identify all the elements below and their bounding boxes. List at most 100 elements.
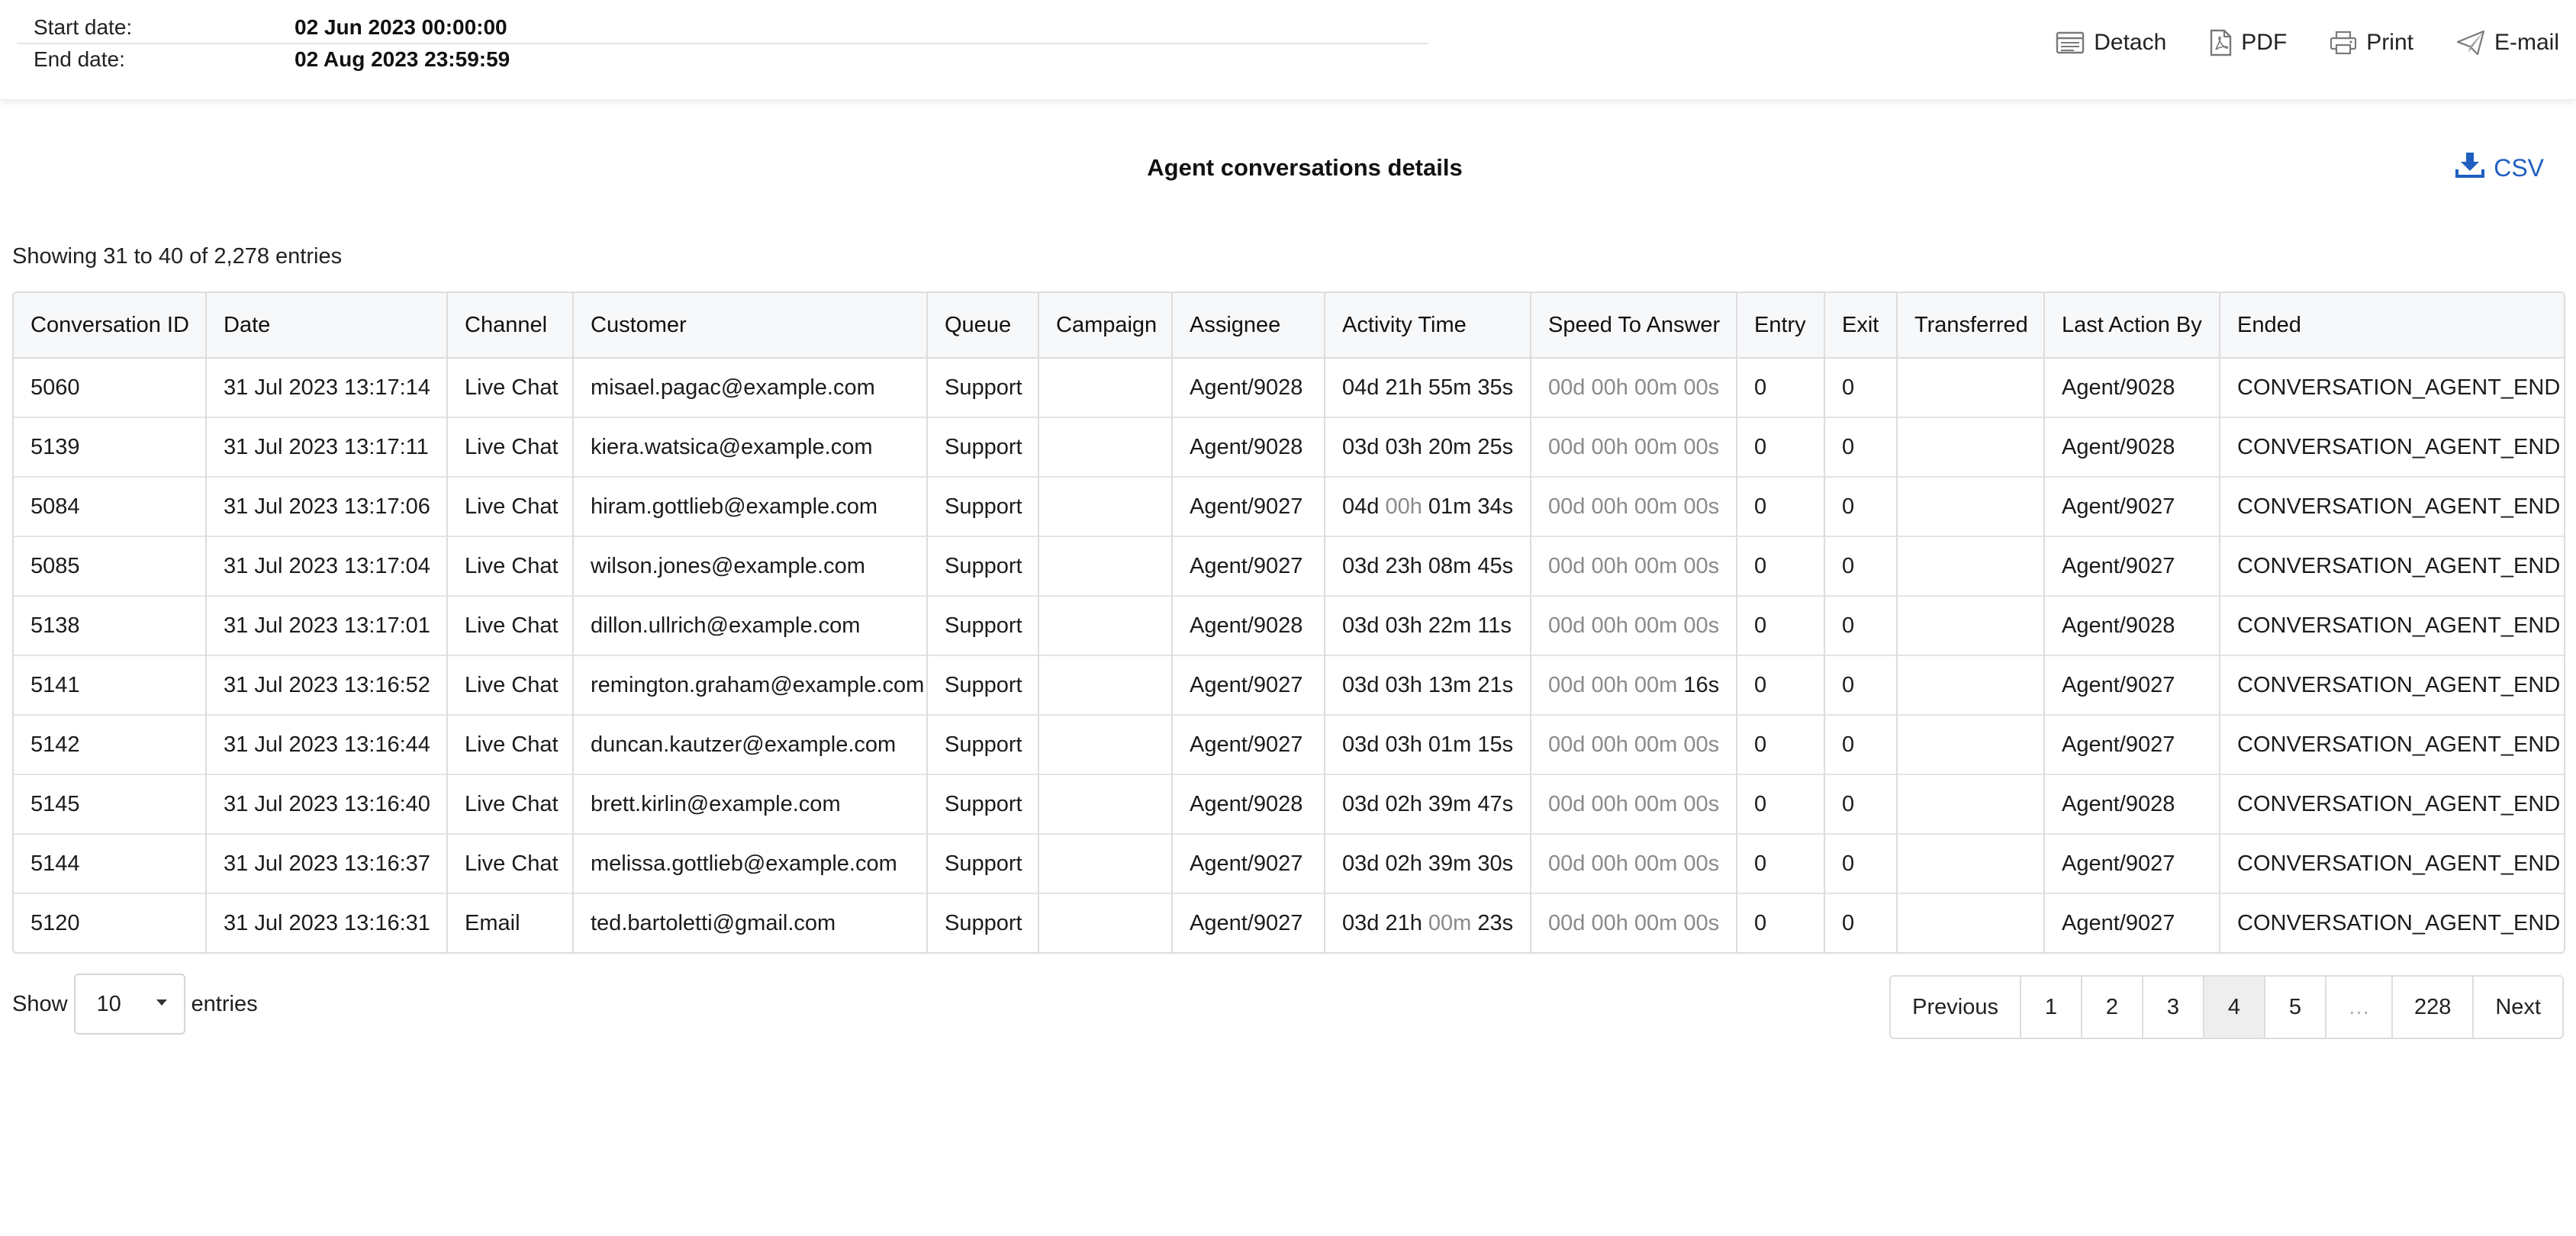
cell-transferred bbox=[1896, 536, 2044, 596]
page-2-button[interactable]: 2 bbox=[2080, 977, 2142, 1038]
speed-part: 00d bbox=[1548, 910, 1586, 935]
print-button[interactable]: Print bbox=[2330, 29, 2413, 56]
column-header[interactable]: Last Action By bbox=[2043, 293, 2220, 359]
end-date-row: End date: 02 Aug 2023 23:59:59 bbox=[17, 43, 1428, 75]
column-header[interactable]: Activity Time bbox=[1324, 293, 1531, 359]
next-page-button[interactable]: Next bbox=[2472, 977, 2562, 1038]
report-toolbar: Start date: 02 Jun 2023 00:00:00 End dat… bbox=[0, 0, 2576, 100]
activity-part: 47s bbox=[1477, 791, 1514, 816]
cell-id: 5084 bbox=[14, 476, 206, 536]
activity-part: 03d bbox=[1342, 672, 1380, 697]
table-row: 5145 31 Jul 2023 13:16:40 Live Chat brett.k… bbox=[14, 774, 2564, 834]
speed-part: 00d bbox=[1548, 851, 1586, 876]
page-length-control: Show 10 entries bbox=[12, 974, 258, 1035]
column-header[interactable]: Assignee bbox=[1171, 293, 1325, 359]
cell-entry: 0 bbox=[1736, 893, 1824, 952]
start-date-row: Start date: 02 Jun 2023 00:00:00 bbox=[17, 12, 1428, 43]
date-range: Start date: 02 Jun 2023 00:00:00 End dat… bbox=[17, 12, 1428, 75]
activity-part: 00m bbox=[1428, 910, 1472, 935]
cell-date: 31 Jul 2023 13:16:40 bbox=[205, 774, 447, 834]
column-header[interactable]: Entry bbox=[1736, 293, 1824, 359]
pdf-button[interactable]: PDF bbox=[2209, 29, 2287, 56]
activity-part: 00h bbox=[1385, 494, 1422, 519]
cell-activity: 04d 00h 01m 34s bbox=[1324, 476, 1531, 536]
speed-part: 00h bbox=[1591, 434, 1628, 459]
speed-part: 00s bbox=[1683, 434, 1720, 459]
activity-part: 01m bbox=[1428, 494, 1472, 519]
email-button[interactable]: E-mail bbox=[2456, 29, 2559, 56]
previous-page-button[interactable]: Previous bbox=[1891, 977, 2020, 1038]
cell-date: 31 Jul 2023 13:17:06 bbox=[205, 476, 447, 536]
speed-part: 00s bbox=[1683, 375, 1720, 400]
cell-channel: Live Chat bbox=[446, 417, 573, 477]
column-header[interactable]: Exit bbox=[1824, 293, 1897, 359]
page-length-select[interactable]: 10 bbox=[73, 974, 185, 1035]
cell-transferred bbox=[1896, 774, 2044, 834]
activity-part: 30s bbox=[1477, 851, 1514, 876]
speed-part: 00s bbox=[1683, 613, 1720, 638]
table-row: 5084 31 Jul 2023 13:17:06 Live Chat hiram.g… bbox=[14, 476, 2564, 536]
column-header[interactable]: Customer bbox=[572, 293, 927, 359]
page-228-button[interactable]: 228 bbox=[2391, 977, 2473, 1038]
cell-channel: Live Chat bbox=[446, 774, 573, 834]
column-header[interactable]: Campaign bbox=[1038, 293, 1172, 359]
cell-last-action-by: Agent/9027 bbox=[2043, 655, 2220, 715]
cell-queue: Support bbox=[926, 774, 1038, 834]
table-header-row: Conversation ID Date Channel Customer Queue C… bbox=[14, 293, 2564, 359]
table-row: 5085 31 Jul 2023 13:17:04 Live Chat wilson.… bbox=[14, 536, 2564, 596]
show-label: Show bbox=[12, 991, 68, 1016]
speed-part: 00h bbox=[1591, 851, 1628, 876]
cell-queue: Support bbox=[926, 536, 1038, 596]
cell-speed: 00d 00h 00m 00s bbox=[1530, 774, 1737, 834]
cell-channel: Live Chat bbox=[446, 536, 573, 596]
detach-button[interactable]: Detach bbox=[2056, 29, 2166, 56]
activity-part: 20m bbox=[1428, 434, 1472, 459]
activity-part: 04d bbox=[1342, 375, 1380, 400]
cell-date: 31 Jul 2023 13:16:44 bbox=[205, 714, 447, 774]
activity-part: 04d bbox=[1342, 494, 1380, 519]
cell-queue: Support bbox=[926, 893, 1038, 952]
cell-campaign bbox=[1038, 833, 1172, 893]
cell-activity: 03d 03h 01m 15s bbox=[1324, 714, 1531, 774]
cell-activity: 03d 02h 39m 30s bbox=[1324, 833, 1531, 893]
cell-exit: 0 bbox=[1824, 655, 1897, 715]
cell-last-action-by: Agent/9028 bbox=[2043, 595, 2220, 655]
cell-transferred bbox=[1896, 417, 2044, 477]
cell-assignee: Agent/9028 bbox=[1171, 595, 1325, 655]
cell-date: 31 Jul 2023 13:17:04 bbox=[205, 536, 447, 596]
speed-part: 00s bbox=[1683, 494, 1720, 519]
column-header[interactable]: Conversation ID bbox=[14, 293, 206, 359]
activity-part: 03d bbox=[1342, 791, 1380, 816]
csv-export-button[interactable]: CSV bbox=[2455, 151, 2544, 185]
column-header[interactable]: Ended bbox=[2219, 293, 2564, 359]
column-header[interactable]: Transferred bbox=[1896, 293, 2044, 359]
cell-transferred bbox=[1896, 714, 2044, 774]
cell-assignee: Agent/9027 bbox=[1171, 893, 1325, 952]
column-header[interactable]: Channel bbox=[446, 293, 573, 359]
column-header[interactable]: Queue bbox=[926, 293, 1038, 359]
page-3-button[interactable]: 3 bbox=[2141, 977, 2203, 1038]
cell-queue: Support bbox=[926, 417, 1038, 477]
column-header[interactable]: Date bbox=[205, 293, 447, 359]
page-4-button[interactable]: 4 bbox=[2202, 977, 2264, 1038]
column-header[interactable]: Speed To Answer bbox=[1530, 293, 1737, 359]
cell-ended: CONVERSATION_AGENT_END bbox=[2219, 774, 2564, 834]
speed-part: 00m bbox=[1634, 434, 1678, 459]
cell-channel: Live Chat bbox=[446, 358, 573, 417]
cell-customer: wilson.jones@example.com bbox=[572, 536, 927, 596]
table-info: Showing 31 to 40 of 2,278 entries bbox=[12, 244, 343, 269]
cell-activity: 03d 03h 13m 21s bbox=[1324, 655, 1531, 715]
start-date-label: Start date: bbox=[34, 15, 133, 39]
cell-date: 31 Jul 2023 13:16:31 bbox=[205, 893, 447, 952]
page-5-button[interactable]: 5 bbox=[2263, 977, 2325, 1038]
cell-last-action-by: Agent/9027 bbox=[2043, 714, 2220, 774]
activity-part: 23h bbox=[1385, 553, 1422, 578]
cell-ended: CONVERSATION_AGENT_END bbox=[2219, 476, 2564, 536]
download-icon bbox=[2455, 151, 2485, 185]
speed-part: 00m bbox=[1634, 910, 1678, 935]
activity-part: 21h bbox=[1385, 375, 1422, 400]
page-1-button[interactable]: 1 bbox=[2019, 977, 2081, 1038]
cell-ended: CONVERSATION_AGENT_END bbox=[2219, 655, 2564, 715]
conversations-table: Conversation ID Date Channel Customer Queue C… bbox=[12, 291, 2565, 954]
cell-last-action-by: Agent/9028 bbox=[2043, 417, 2220, 477]
